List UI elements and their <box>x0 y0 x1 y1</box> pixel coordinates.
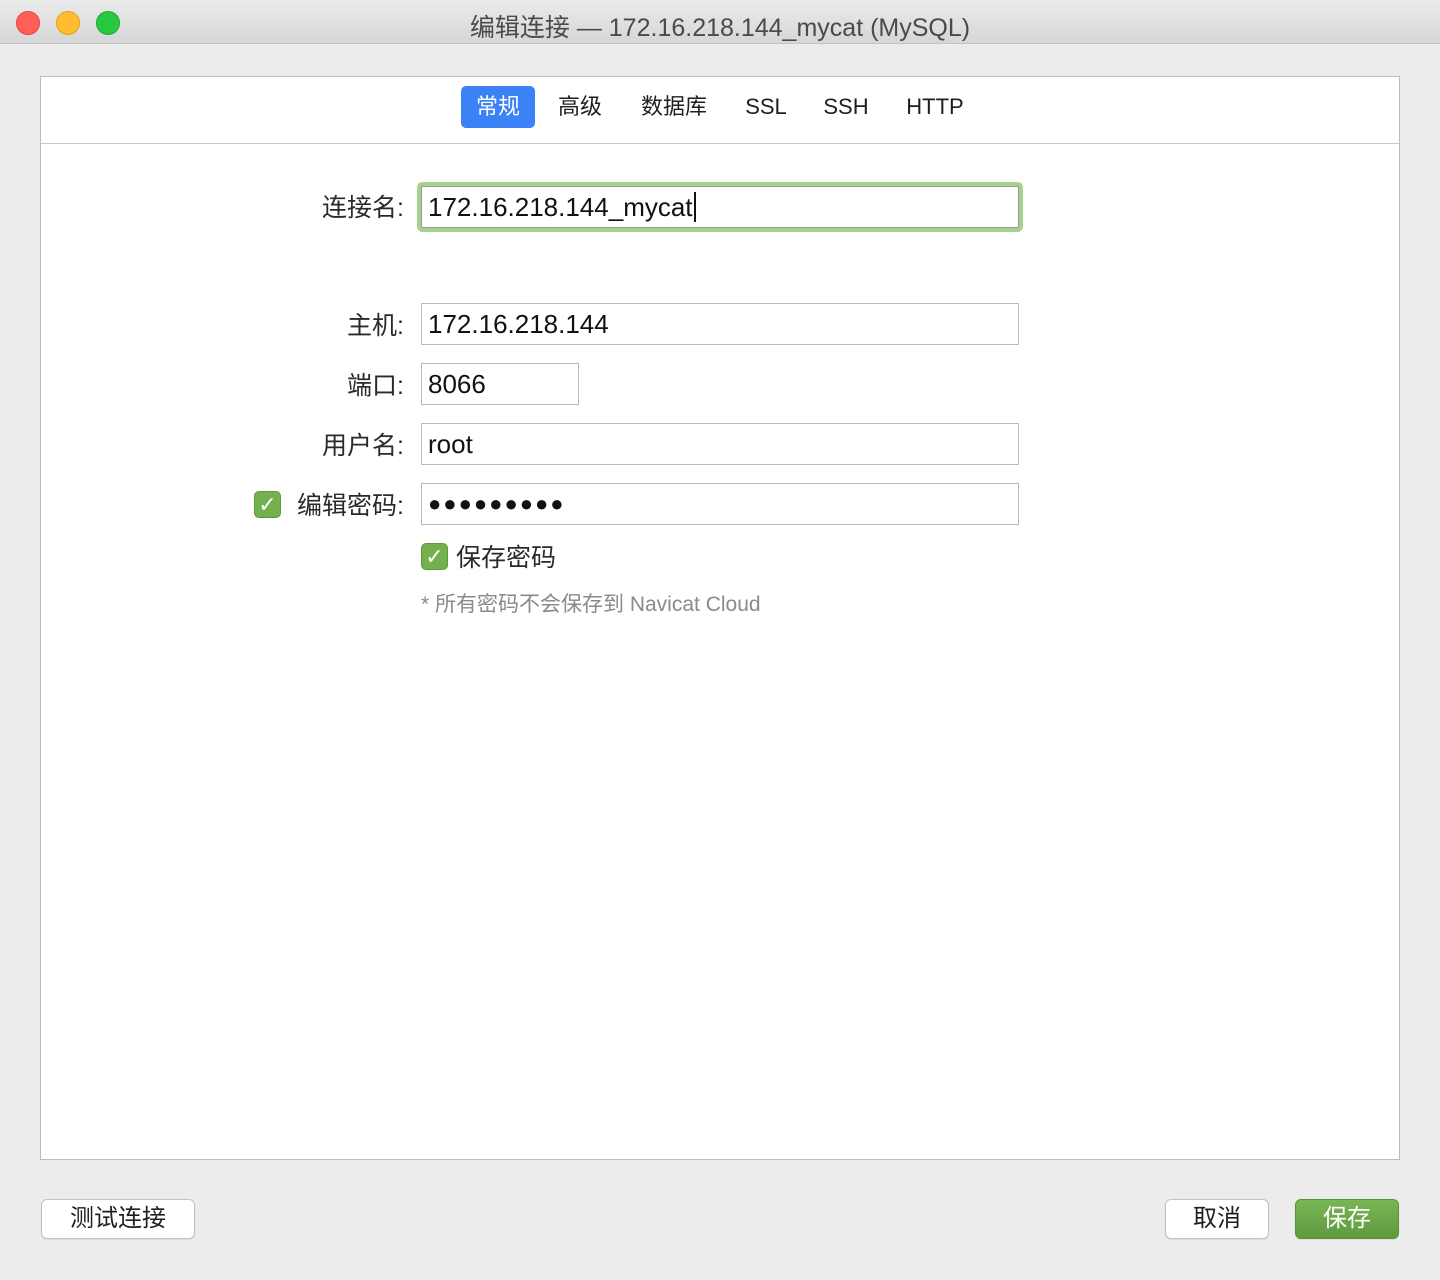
edit-password-checkbox[interactable]: ✓ <box>254 491 281 518</box>
tab-ssl[interactable]: SSL <box>733 86 799 128</box>
port-input[interactable]: 8066 <box>421 363 579 405</box>
window-title: 编辑连接 — 172.16.218.144_mycat (MySQL) <box>469 14 971 42</box>
save-button[interactable]: 保存 <box>1295 1199 1399 1239</box>
host-label: 主机: <box>347 312 404 340</box>
save-password-label: 保存密码 <box>456 544 557 572</box>
connection-name-label: 连接名: <box>322 194 404 222</box>
tab-http[interactable]: HTTP <box>893 86 977 128</box>
username-input[interactable]: root <box>421 423 1019 465</box>
tab-ssh[interactable]: SSH <box>813 86 879 128</box>
cancel-button[interactable]: 取消 <box>1165 1199 1269 1239</box>
tab-bar: 常规 高级 数据库 SSL SSH HTTP <box>41 77 1399 144</box>
password-input[interactable]: ●●●●●●●●● <box>421 483 1019 525</box>
cloud-password-note: * 所有密码不会保存到 Navicat Cloud <box>421 593 761 616</box>
title-bar: 编辑连接 — 172.16.218.144_mycat (MySQL) <box>0 0 1440 44</box>
username-label: 用户名: <box>322 432 404 460</box>
host-input[interactable]: 172.16.218.144 <box>421 303 1019 345</box>
text-caret <box>693 192 696 223</box>
tab-advanced[interactable]: 高级 <box>547 86 613 128</box>
connection-name-value: 172.16.218.144_mycat <box>428 192 693 222</box>
tab-general[interactable]: 常规 <box>461 86 535 128</box>
checkmark-icon: ✓ <box>258 492 277 517</box>
checkmark-icon: ✓ <box>425 544 444 569</box>
save-password-checkbox[interactable]: ✓ <box>421 543 448 570</box>
settings-panel: 常规 高级 数据库 SSL SSH HTTP <box>40 76 1400 1160</box>
port-label: 端口: <box>347 372 404 400</box>
connection-name-input[interactable]: 172.16.218.144_mycat <box>421 186 1019 228</box>
test-connection-button[interactable]: 测试连接 <box>41 1199 195 1239</box>
tab-databases[interactable]: 数据库 <box>629 86 719 128</box>
edit-password-label: 编辑密码: <box>297 492 404 520</box>
